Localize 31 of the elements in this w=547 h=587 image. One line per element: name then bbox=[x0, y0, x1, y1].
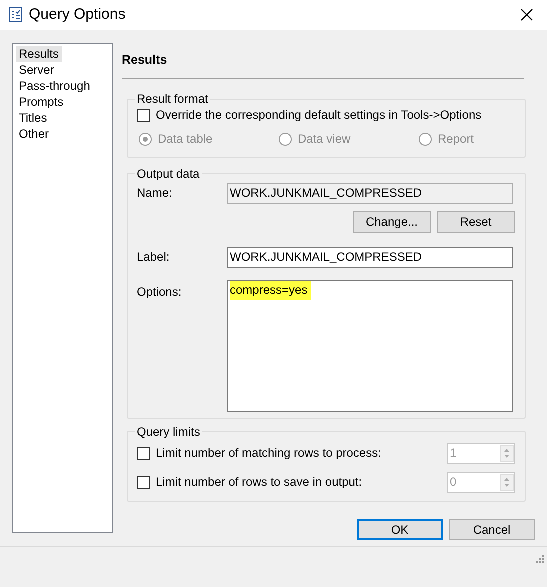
sidebar-item[interactable]: Server bbox=[16, 62, 58, 78]
options-field[interactable]: compress=yes bbox=[227, 280, 513, 412]
window-icon bbox=[9, 7, 23, 23]
field-label: Name: bbox=[137, 185, 174, 202]
page-title: Results bbox=[122, 52, 168, 69]
checkbox-label: Limit number of rows to save in output: bbox=[156, 474, 364, 492]
radio-label: Data view bbox=[298, 131, 351, 148]
sidebar-item[interactable]: Other bbox=[16, 126, 52, 142]
dialog-button[interactable]: OK bbox=[357, 519, 443, 540]
sidebar-item[interactable]: Prompts bbox=[16, 94, 67, 110]
dialog-button[interactable]: Change... bbox=[353, 210, 431, 233]
group-label: Result format bbox=[136, 92, 210, 106]
dialog-button[interactable]: Cancel bbox=[449, 519, 535, 540]
group-label: Output data bbox=[136, 166, 201, 181]
checkbox-label: Override the corresponding default settings in Tools->Options bbox=[156, 107, 482, 124]
sidebar-item[interactable]: Pass-through bbox=[16, 78, 94, 94]
sidebar-item[interactable]: Results bbox=[16, 46, 62, 62]
dialog-button[interactable]: Reset bbox=[437, 210, 515, 233]
field-label: Label: bbox=[137, 249, 171, 266]
window-title: Query Options bbox=[29, 4, 127, 25]
field-label: Options: bbox=[137, 284, 183, 301]
group-label: Query limits bbox=[136, 424, 202, 439]
spinner-value: 1 bbox=[450, 445, 457, 462]
sidebar-item[interactable]: Titles bbox=[16, 110, 50, 126]
spinner-value: 0 bbox=[450, 474, 457, 492]
checkbox-label: Limit number of matching rows to process: bbox=[156, 445, 382, 462]
text-field[interactable]: WORK.JUNKMAIL_COMPRESSED bbox=[227, 182, 513, 204]
radio-label: Data table bbox=[158, 131, 213, 148]
text-field[interactable]: WORK.JUNKMAIL_COMPRESSED bbox=[227, 246, 513, 268]
radio-label: Report bbox=[438, 131, 474, 148]
resize-grip-icon[interactable] bbox=[535, 554, 545, 564]
